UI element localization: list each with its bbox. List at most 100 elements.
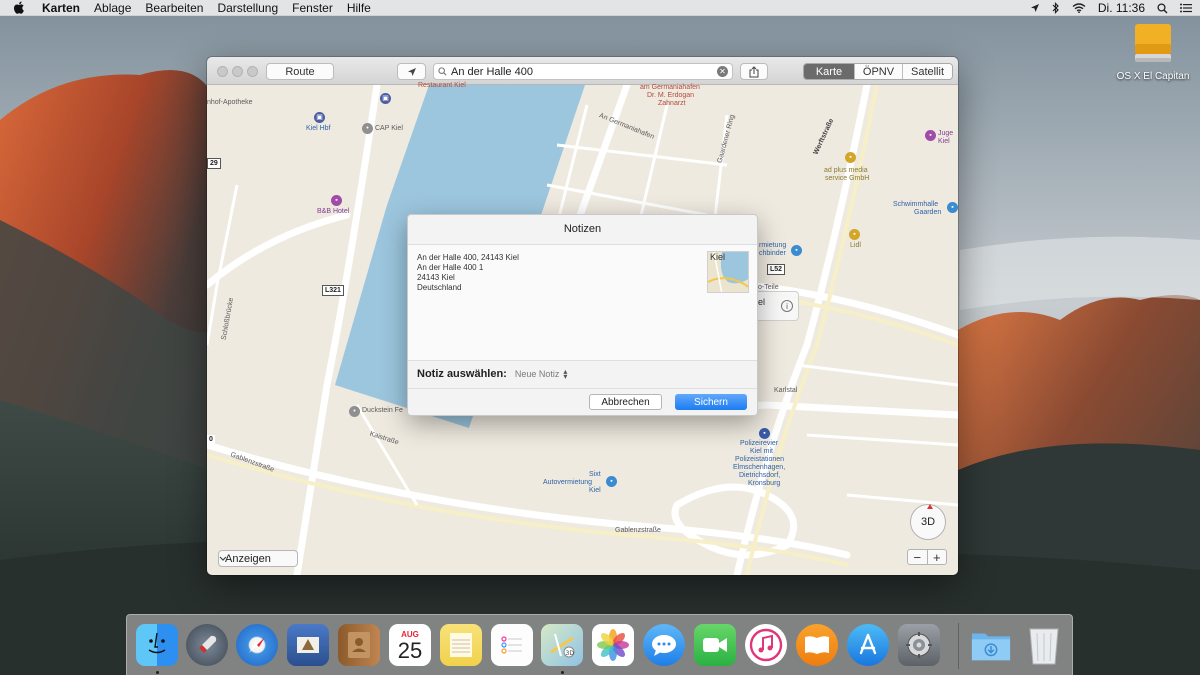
wifi-icon[interactable] xyxy=(1072,3,1086,13)
road-shield-29: 29 xyxy=(207,158,221,169)
map-label-restaurant: Restaurant Kiel xyxy=(418,82,466,89)
map-label-dentist-3: Zahnarzt xyxy=(658,100,686,107)
mail-icon[interactable] xyxy=(287,624,329,666)
location-arrow-icon xyxy=(407,67,416,76)
map-label-schwimmhalle-1: Schwimmhalle xyxy=(893,201,939,208)
calendar-icon[interactable]: AUG 25 xyxy=(389,624,431,666)
map-label-autovermietung-1: rmietung xyxy=(759,242,787,249)
messages-icon[interactable] xyxy=(643,624,685,666)
itunes-icon[interactable] xyxy=(745,624,787,666)
zoom-control: − + xyxy=(907,549,947,565)
map-label-gablenzstrasse-2: Gablenzstraße xyxy=(615,527,661,534)
menu-bearbeiten[interactable]: Bearbeiten xyxy=(145,1,203,15)
compass-north-icon xyxy=(927,504,933,509)
search-icon xyxy=(438,67,447,76)
kiel-hbf-icon[interactable]: ▣ xyxy=(314,112,325,123)
current-location-button[interactable] xyxy=(397,63,426,80)
map-label-apotheke: nhof-Apotheke xyxy=(207,99,253,106)
map-label-ad-plus-1: ad plus media xyxy=(824,167,868,174)
cancel-button[interactable]: Abbrechen xyxy=(589,394,662,410)
tab-satellit[interactable]: Satellit xyxy=(902,64,952,79)
map-label-polizei-6: Kronsburg xyxy=(748,480,781,487)
notification-center-icon[interactable] xyxy=(1180,3,1192,13)
menu-hilfe[interactable]: Hilfe xyxy=(347,1,371,15)
ibooks-icon[interactable] xyxy=(796,624,838,666)
sixt-icon[interactable]: ▪ xyxy=(606,476,617,487)
police-icon[interactable]: ▪ xyxy=(759,428,770,439)
note-content-area[interactable]: An der Halle 400, 24143 Kiel An der Hall… xyxy=(408,244,757,360)
place-callout[interactable]: el i xyxy=(753,291,799,321)
location-arrow-icon[interactable] xyxy=(1030,3,1040,13)
facetime-icon[interactable] xyxy=(694,624,736,666)
drive-label: OS X El Capitan xyxy=(1116,71,1190,82)
choose-note-select[interactable]: Neue Notiz xyxy=(515,369,560,379)
trash-icon[interactable] xyxy=(1023,624,1065,666)
display-options-select[interactable]: Anzeigen xyxy=(218,550,298,567)
close-window-button[interactable] xyxy=(217,66,228,77)
hard-drive-icon xyxy=(1135,24,1171,62)
note-chooser: Notiz auswählen: Neue Notiz ▴ ▾ xyxy=(408,360,757,387)
clock[interactable]: Di. 11:36 xyxy=(1098,1,1145,15)
running-indicator xyxy=(561,671,564,674)
road-shield-l321: L321 xyxy=(322,285,344,296)
zoom-in-button[interactable]: + xyxy=(926,550,947,564)
menu-darstellung[interactable]: Darstellung xyxy=(217,1,278,15)
route-button[interactable]: Route xyxy=(266,63,334,80)
photos-icon[interactable] xyxy=(592,624,634,666)
map-label-polizei-1: Polizeirevier xyxy=(740,440,779,447)
menu-ablage[interactable]: Ablage xyxy=(94,1,131,15)
map-label-dentist-2: Dr. M. Erdogan xyxy=(647,92,695,99)
running-indicator xyxy=(156,671,159,674)
juge-icon[interactable]: ▪ xyxy=(925,130,936,141)
save-button[interactable]: Sichern xyxy=(675,394,747,410)
share-icon xyxy=(749,65,759,77)
duckstein-icon[interactable]: • xyxy=(349,406,360,417)
tab-karte[interactable]: Karte xyxy=(804,64,854,79)
notes-share-sheet: Notizen An der Halle 400, 24143 Kiel An … xyxy=(407,214,758,416)
menu-fenster[interactable]: Fenster xyxy=(292,1,333,15)
map-label-ad-plus-2: service GmbH xyxy=(825,175,870,182)
map-label-karlstal: Karlstal xyxy=(774,387,798,394)
search-field[interactable]: An der Halle 400 ✕ xyxy=(433,63,733,80)
ad-plus-media-icon[interactable]: ▪ xyxy=(845,152,856,163)
downloads-folder-icon[interactable] xyxy=(970,624,1012,666)
schwimmhalle-icon[interactable]: ▪ xyxy=(947,202,958,213)
launchpad-icon[interactable] xyxy=(186,624,228,666)
map-label-bb-hotel: B&B Hotel xyxy=(317,208,350,215)
map-view-segmented-control: Karte ÖPNV Satellit xyxy=(803,63,953,80)
chevron-down-icon xyxy=(219,556,227,561)
select-arrows-icon[interactable]: ▴ ▾ xyxy=(563,368,567,381)
car-rental-icon[interactable]: ▪ xyxy=(791,245,802,256)
safari-icon[interactable] xyxy=(236,624,278,666)
contacts-icon[interactable] xyxy=(338,624,380,666)
reminders-icon[interactable] xyxy=(491,624,533,666)
tab-oepnv[interactable]: ÖPNV xyxy=(854,64,902,79)
zoom-out-button[interactable]: − xyxy=(908,550,927,564)
3d-view-button[interactable]: 3D xyxy=(910,504,946,540)
notes-icon[interactable] xyxy=(440,624,482,666)
spotlight-search-icon[interactable] xyxy=(1157,2,1168,14)
search-input[interactable]: An der Halle 400 xyxy=(451,66,717,78)
zoom-window-button[interactable] xyxy=(247,66,258,77)
dock: AUG 25 3D xyxy=(126,614,1073,675)
app-store-icon[interactable] xyxy=(847,624,889,666)
share-button[interactable] xyxy=(740,63,768,80)
menu-app-name[interactable]: Karten xyxy=(42,1,80,15)
lidl-icon[interactable]: ▪ xyxy=(849,229,860,240)
apple-menu-icon[interactable] xyxy=(14,1,30,14)
clear-search-icon[interactable]: ✕ xyxy=(717,66,728,77)
bluetooth-icon[interactable] xyxy=(1052,2,1060,14)
info-icon[interactable]: i xyxy=(781,300,793,312)
map-label-autovermietung-2: chbinder xyxy=(759,250,786,257)
train-station-icon[interactable]: ▣ xyxy=(380,93,391,104)
maps-app-icon[interactable]: 3D xyxy=(541,624,583,666)
system-preferences-icon[interactable] xyxy=(898,624,940,666)
map-label-dentist-1: am Germaniahafen xyxy=(640,84,700,91)
finder-icon[interactable] xyxy=(136,624,178,666)
desktop-drive[interactable]: OS X El Capitan xyxy=(1112,22,1194,82)
minimize-window-button[interactable] xyxy=(232,66,243,77)
bb-hotel-icon[interactable]: ▪ xyxy=(331,195,342,206)
map-label-polizei-3: Polizeistationen xyxy=(735,456,785,463)
address-line: An der Halle 400 1 xyxy=(417,263,484,272)
cap-kiel-icon[interactable]: • xyxy=(362,123,373,134)
